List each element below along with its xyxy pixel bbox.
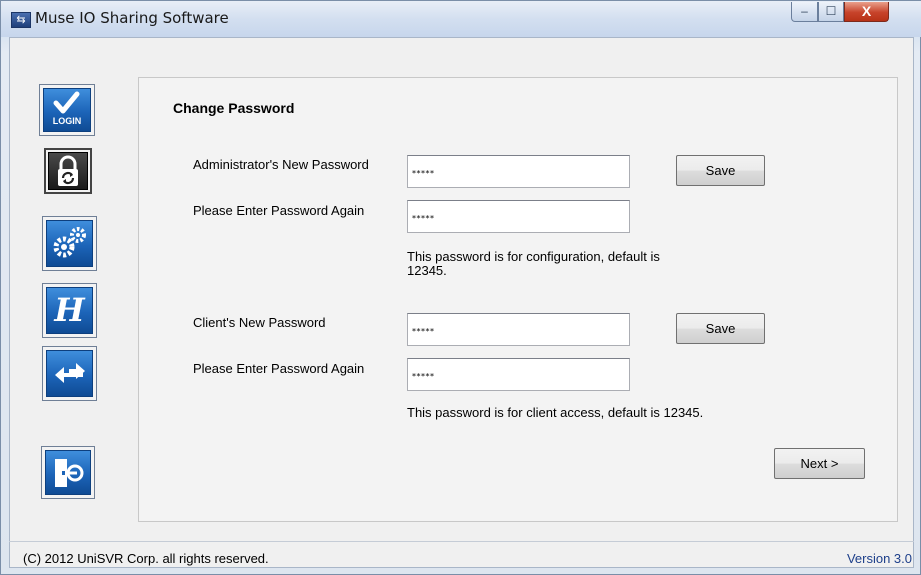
admin-confirm-password-label: Please Enter Password Again [193,203,365,218]
check-icon: LOGIN [43,88,91,132]
sidebar-item-settings[interactable] [42,216,97,271]
page-title: Change Password [173,100,295,116]
window-title: Muse IO Sharing Software [35,9,229,27]
lock-refresh-icon [48,152,88,190]
client-password-note: This password is for client access, defa… [407,405,704,420]
sidebar-item-login[interactable]: LOGIN [39,84,95,136]
sidebar-item-label: LOGIN [52,116,82,126]
copyright-text: (C) 2012 UniSVR Corp. all rights reserve… [23,551,269,566]
exit-door-icon [45,450,91,495]
minimize-button[interactable]: – [791,2,818,22]
client-new-password-field[interactable] [407,313,630,346]
sidebar-item-change-password[interactable] [44,148,92,194]
version-text: Version 3.0 [846,551,912,566]
app-window: ⇆ Muse IO Sharing Software – ☐ X LOGIN H… [0,0,921,575]
double-arrow-icon [46,350,93,397]
footer-divider [9,541,914,542]
client-confirm-password-field[interactable] [407,358,630,391]
next-button[interactable]: Next > [774,448,865,479]
sidebar-item-exit[interactable] [41,446,95,499]
close-button[interactable]: X [844,2,889,22]
admin-new-password-label: Administrator's New Password [193,157,369,172]
gears-icon [46,220,93,267]
maximize-button[interactable]: ☐ [818,2,844,22]
admin-confirm-password-field[interactable] [407,200,630,233]
admin-save-button[interactable]: Save [676,155,765,186]
admin-new-password-field[interactable] [407,155,630,188]
title-bar[interactable]: ⇆ Muse IO Sharing Software – ☐ X [1,1,921,37]
client-new-password-label: Client's New Password [193,315,326,330]
sidebar-item-help[interactable]: H [42,283,97,338]
admin-password-note: This password is for configuration, defa… [407,249,660,278]
app-icon: ⇆ [11,12,31,28]
client-confirm-password-label: Please Enter Password Again [193,361,365,376]
client-save-button[interactable]: Save [676,313,765,344]
sidebar-item-sharing[interactable] [42,346,97,401]
script-h-icon: H [46,287,93,334]
